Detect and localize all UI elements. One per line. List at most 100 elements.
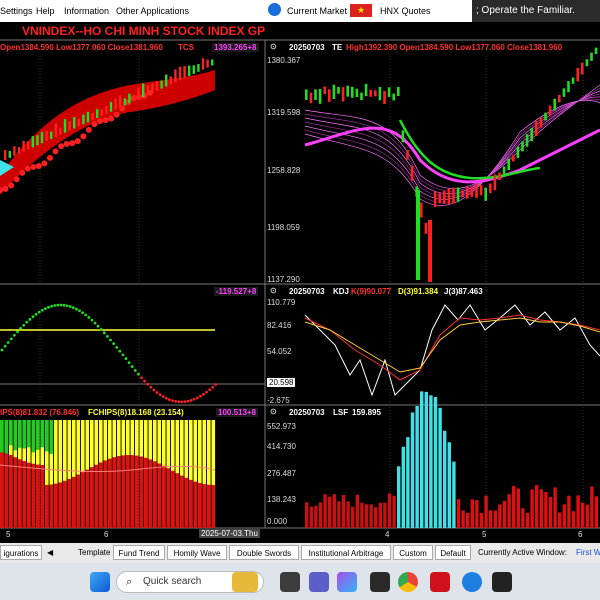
candle	[174, 69, 177, 83]
te-candle	[544, 112, 547, 121]
stock-app-icon[interactable]	[430, 572, 450, 592]
candle	[201, 58, 205, 70]
osc-dot	[25, 320, 29, 324]
te-candle	[502, 166, 506, 175]
te-candle	[452, 187, 455, 204]
chips-bar-red	[193, 481, 198, 528]
osc-dot	[6, 341, 10, 344]
osc-dot	[195, 396, 199, 400]
zalo-icon[interactable]	[462, 572, 482, 592]
copilot-icon[interactable]	[337, 572, 357, 592]
lsf-bar	[438, 407, 442, 528]
candle	[146, 85, 149, 95]
lsf-bar	[410, 412, 415, 528]
candle	[40, 131, 44, 144]
candle	[206, 59, 209, 68]
lsf-bar	[318, 502, 323, 528]
lsf-bar	[443, 430, 447, 528]
te-candle	[433, 191, 437, 208]
menu-help[interactable]: Help	[36, 6, 55, 16]
tab-double-swords[interactable]: Double Swords	[229, 545, 299, 560]
globe-icon[interactable]	[268, 3, 281, 16]
osc-dot	[9, 337, 13, 341]
lsf-bar	[364, 504, 369, 528]
lsf-bar	[484, 495, 488, 528]
chips-bar-green	[27, 420, 31, 448]
osc-dot	[19, 327, 22, 330]
chips-bar-red	[171, 470, 175, 528]
menu-information[interactable]: Information	[64, 6, 109, 16]
osc-dot	[183, 400, 187, 404]
te-envelope	[304, 96, 600, 200]
candle	[63, 119, 67, 133]
tab-default[interactable]: Default	[435, 545, 471, 560]
weather-icon[interactable]	[232, 572, 258, 592]
osc-dot	[109, 338, 112, 342]
tab-custom[interactable]: Custom	[393, 545, 433, 560]
chips-bar-green	[9, 420, 13, 446]
osc-dot	[96, 324, 100, 328]
menu-other-applications[interactable]: Other Applications	[116, 6, 189, 16]
lsf-bar	[392, 495, 396, 528]
configurations-button[interactable]: igurations	[0, 545, 42, 560]
store-icon[interactable]	[370, 572, 390, 592]
candle	[142, 83, 145, 97]
menu-settings[interactable]: Settings	[0, 6, 33, 16]
candle	[100, 109, 103, 116]
candle	[77, 119, 80, 127]
candle	[96, 109, 99, 118]
osc-dot	[53, 304, 57, 307]
osc-dot	[155, 391, 159, 394]
active-window-value[interactable]: First W	[576, 548, 600, 557]
lsf-bar	[383, 502, 387, 528]
osc-dot	[84, 313, 88, 317]
chart-canvas[interactable]	[0, 22, 600, 543]
lsf-bar	[341, 495, 346, 528]
osc-dot	[199, 394, 202, 398]
te-candle	[447, 188, 451, 205]
osc-dot	[62, 303, 66, 307]
lsf-bar	[489, 510, 493, 528]
chips-bar-red	[76, 474, 81, 528]
file-explorer-icon[interactable]	[280, 572, 300, 592]
marker-dot	[69, 140, 76, 147]
lsf-bar	[309, 506, 313, 528]
lsf-bar	[452, 461, 456, 528]
chips-bar-red	[180, 475, 184, 528]
osc-dot	[31, 315, 35, 319]
candle	[73, 117, 76, 129]
te-candle	[410, 165, 414, 181]
te-candle	[416, 190, 420, 280]
teams-icon[interactable]	[309, 572, 329, 592]
chips-bar-red	[198, 483, 202, 528]
osc-dot	[149, 385, 153, 389]
te-candle	[374, 90, 377, 97]
vietnam-flag-icon[interactable]: ★	[350, 4, 372, 17]
osc-dot	[158, 393, 162, 397]
chips-bar-red	[54, 483, 58, 528]
te-candle	[351, 86, 354, 98]
candle	[169, 76, 172, 85]
te-chart	[304, 47, 600, 282]
lsf-bar	[585, 504, 589, 528]
chips-bar-red	[103, 460, 108, 528]
collapse-icon[interactable]: ◀	[47, 548, 53, 557]
osc-dot	[164, 396, 168, 400]
osc-dot	[28, 317, 32, 321]
start-icon[interactable]	[90, 572, 110, 592]
chrome-icon[interactable]	[398, 572, 418, 592]
osc-dot	[71, 306, 75, 310]
current-market-link[interactable]: Current Market	[287, 6, 347, 16]
lsf-bar	[374, 507, 378, 528]
hnx-quotes-link[interactable]: HNX Quotes	[380, 6, 431, 16]
app-icon[interactable]	[492, 572, 512, 592]
tab-institutional-arbitrage[interactable]: Institutional Arbitrage	[301, 545, 391, 560]
candle	[105, 105, 108, 114]
chips-bar-red	[157, 463, 162, 528]
te-candle	[489, 183, 492, 194]
tab-homily-wave[interactable]: Homily Wave	[167, 545, 227, 560]
chips-bar-red	[121, 455, 126, 528]
tab-fund-trend[interactable]: Fund Trend	[113, 545, 165, 560]
osc-dot	[102, 331, 106, 335]
osc-dot	[189, 398, 193, 402]
